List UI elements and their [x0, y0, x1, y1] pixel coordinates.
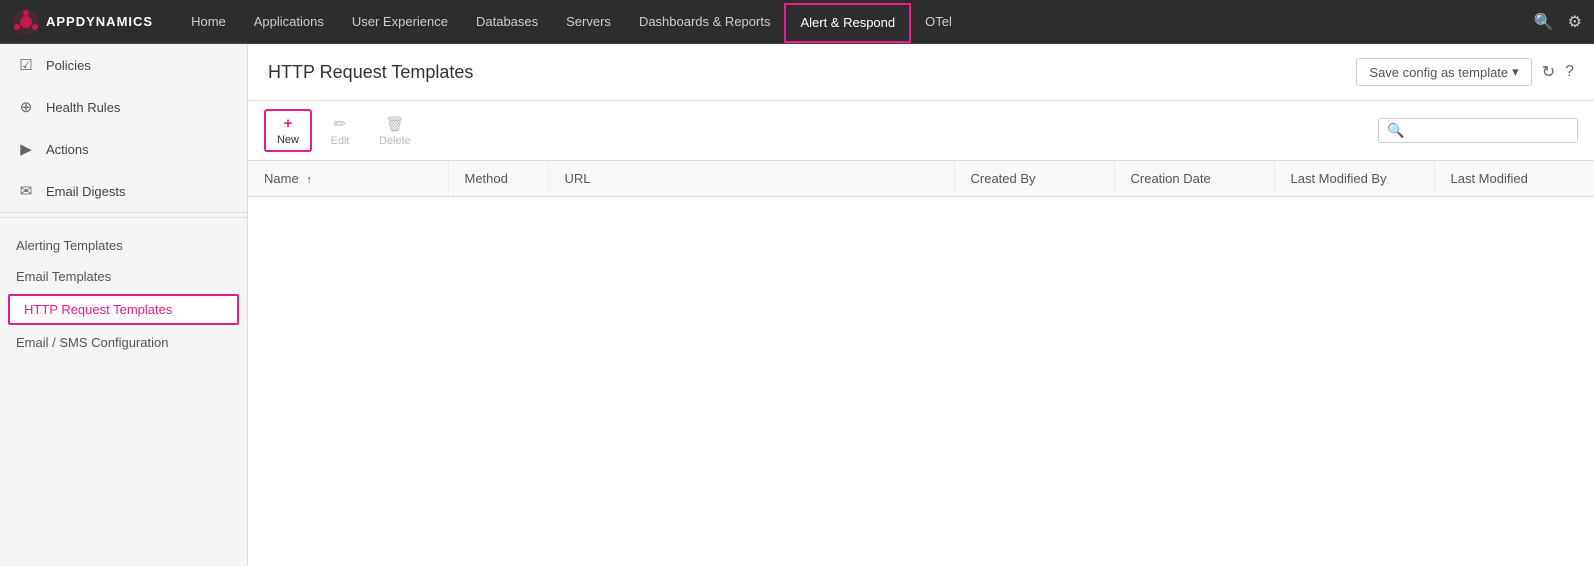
page-title: HTTP Request Templates	[268, 62, 473, 83]
new-plus-icon: +	[284, 115, 293, 132]
sidebar-alerting-templates[interactable]: Alerting Templates	[0, 230, 247, 261]
actions-icon: ▶	[16, 140, 36, 158]
search-input[interactable]	[1404, 123, 1569, 138]
sidebar-email-sms-config[interactable]: Email / SMS Configuration	[0, 327, 247, 358]
sidebar-item-email-digests[interactable]: ✉ Email Digests	[0, 170, 247, 212]
sidebar-http-request-templates[interactable]: HTTP Request Templates	[8, 294, 239, 325]
save-config-label: Save config as template	[1369, 65, 1508, 80]
global-settings-icon[interactable]: ⚙	[1568, 12, 1582, 32]
nav-otel[interactable]: OTel	[911, 0, 966, 44]
health-rules-icon: ⊕	[16, 98, 36, 116]
save-config-dropdown-icon: ▾	[1512, 64, 1519, 80]
sidebar-item-policies[interactable]: ☑ Policies	[0, 44, 247, 86]
sidebar-item-actions[interactable]: ▶ Actions	[0, 128, 247, 170]
logo-text: APPDYNAMICS	[46, 14, 153, 29]
sidebar-email-digests-label: Email Digests	[46, 184, 125, 199]
sidebar-actions-label: Actions	[46, 142, 89, 157]
nav-servers[interactable]: Servers	[552, 0, 625, 44]
sidebar-policies-label: Policies	[46, 58, 91, 73]
nav-alert-respond[interactable]: Alert & Respond	[784, 3, 911, 43]
col-header-created-by[interactable]: Created By	[954, 161, 1114, 197]
col-header-method[interactable]: Method	[448, 161, 548, 197]
sidebar-health-rules-label: Health Rules	[46, 100, 120, 115]
page-header: HTTP Request Templates Save config as te…	[248, 44, 1594, 101]
http-request-templates-table: Name ↑ Method URL Created By Creation Da…	[248, 161, 1594, 566]
app-logo[interactable]: APPDYNAMICS	[12, 8, 153, 36]
search-box: 🔍	[1378, 118, 1578, 143]
col-header-creation-date[interactable]: Creation Date	[1114, 161, 1274, 197]
edit-pencil-icon: ✏	[334, 115, 347, 133]
policies-icon: ☑	[16, 56, 36, 74]
sidebar-item-health-rules[interactable]: ⊕ Health Rules	[0, 86, 247, 128]
main-layout: ☑ Policies ⊕ Health Rules ▶ Actions ✉ Em…	[0, 44, 1594, 566]
templates-table: Name ↑ Method URL Created By Creation Da…	[248, 161, 1594, 197]
email-digests-icon: ✉	[16, 182, 36, 200]
table-header-row: Name ↑ Method URL Created By Creation Da…	[248, 161, 1594, 197]
new-label: New	[277, 134, 299, 146]
refresh-icon[interactable]: ↻	[1542, 62, 1555, 82]
nav-user-experience[interactable]: User Experience	[338, 0, 462, 44]
nav-dashboards-reports[interactable]: Dashboards & Reports	[625, 0, 785, 44]
nav-items: Home Applications User Experience Databa…	[177, 0, 1534, 44]
edit-button[interactable]: ✏ Edit	[316, 110, 364, 152]
delete-label: Delete	[379, 135, 411, 147]
nav-right-actions: 🔍 ⚙	[1534, 12, 1582, 32]
sidebar-divider	[0, 217, 247, 218]
main-content: HTTP Request Templates Save config as te…	[248, 44, 1594, 566]
edit-label: Edit	[331, 135, 350, 147]
name-sort-icon: ↑	[306, 174, 312, 186]
sidebar: ☑ Policies ⊕ Health Rules ▶ Actions ✉ Em…	[0, 44, 248, 566]
sidebar-sub-group: Alerting Templates Email Templates HTTP …	[0, 222, 247, 366]
nav-applications[interactable]: Applications	[240, 0, 338, 44]
top-navigation: APPDYNAMICS Home Applications User Exper…	[0, 0, 1594, 44]
col-header-name[interactable]: Name ↑	[248, 161, 448, 197]
toolbar: + New ✏ Edit 🗑 Delete 🔍	[248, 101, 1594, 161]
sidebar-main-section: ☑ Policies ⊕ Health Rules ▶ Actions ✉ Em…	[0, 44, 247, 213]
col-header-url[interactable]: URL	[548, 161, 954, 197]
page-header-right: Save config as template ▾ ↻ ?	[1356, 58, 1574, 86]
col-header-last-modified[interactable]: Last Modified	[1434, 161, 1594, 197]
nav-home[interactable]: Home	[177, 0, 240, 44]
new-button[interactable]: + New	[264, 109, 312, 152]
delete-trash-icon: 🗑	[385, 115, 404, 133]
help-icon[interactable]: ?	[1565, 63, 1574, 81]
search-icon: 🔍	[1387, 122, 1404, 139]
sidebar-email-templates[interactable]: Email Templates	[0, 261, 247, 292]
col-header-last-modified-by[interactable]: Last Modified By	[1274, 161, 1434, 197]
global-search-icon[interactable]: 🔍	[1534, 12, 1554, 32]
save-config-button[interactable]: Save config as template ▾	[1356, 58, 1531, 86]
delete-button[interactable]: 🗑 Delete	[368, 110, 422, 152]
nav-databases[interactable]: Databases	[462, 0, 552, 44]
